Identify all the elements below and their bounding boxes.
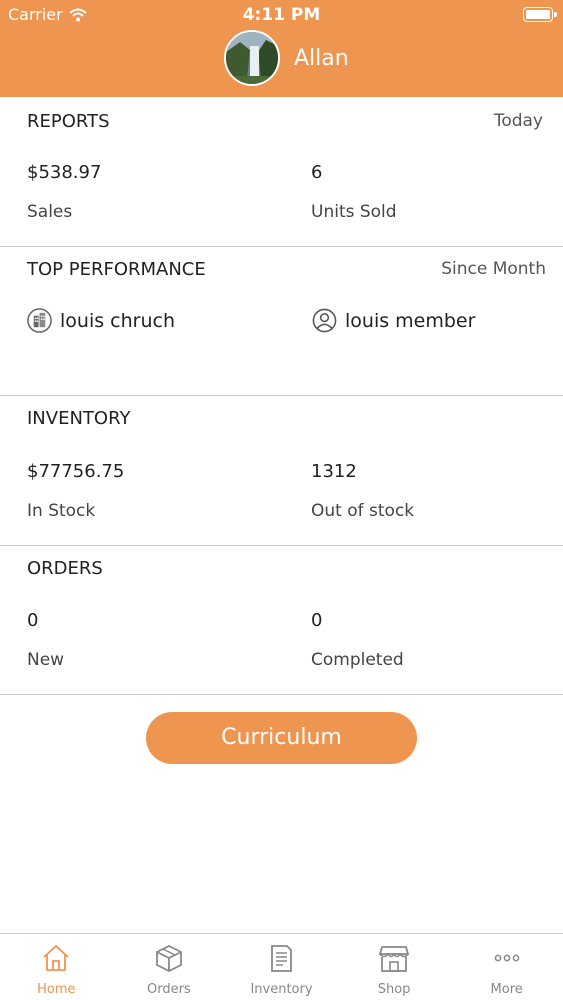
building-icon [27,308,52,333]
tab-more-label: More [490,982,523,997]
clock: 4:11 PM [242,5,321,25]
in-stock-value: $77756.75 [27,461,125,482]
avatar[interactable] [224,30,280,86]
in-stock-label: In Stock [27,501,96,521]
completed-orders-value: 0 [311,610,323,631]
top-store[interactable]: louis chruch [27,308,175,333]
new-orders-value: 0 [27,610,39,631]
new-orders-label: New [27,650,65,670]
reports-period[interactable]: Today [494,111,543,131]
sales-label: Sales [27,202,73,222]
home-icon [43,944,69,971]
battery-icon [523,7,557,22]
out-of-stock-value: 1312 [311,461,357,482]
tab-inventory[interactable]: Inventory [225,934,338,1000]
app-header: Carrier 4:11 PM Allan [0,0,563,97]
tab-bar: Home Orders Inventory Shop More [0,933,563,1000]
top-store-name: louis chruch [60,309,175,332]
inventory-title: INVENTORY [27,408,131,429]
tab-shop-label: Shop [377,982,411,997]
store-icon [378,946,410,972]
top-member[interactable]: louis member [312,308,475,333]
orders-section: ORDERS 0 New 0 Completed [0,546,563,695]
top-performance-period[interactable]: Since Month [441,259,546,279]
box-icon [155,944,182,973]
out-of-stock-label: Out of stock [311,501,415,521]
tab-orders-label: Orders [147,982,191,997]
reports-title: REPORTS [27,111,110,132]
status-bar: Carrier 4:11 PM [0,0,563,30]
tab-inventory-label: Inventory [250,982,313,997]
top-performance-title: TOP PERFORMANCE [27,259,206,280]
tab-home[interactable]: Home [0,934,113,1000]
waterfall-photo-icon [226,32,278,84]
tab-home-label: Home [37,982,76,997]
user-name: Allan [294,45,349,71]
tab-more[interactable]: More [450,934,563,1000]
user-icon [312,308,337,333]
document-icon [271,945,293,972]
units-sold-label: Units Sold [311,202,397,222]
top-member-name: louis member [345,309,476,332]
completed-orders-label: Completed [311,650,404,670]
top-performance-section: TOP PERFORMANCE Since Month louis chruch… [0,247,563,396]
curriculum-button[interactable]: Curriculum [146,712,417,764]
inventory-section: INVENTORY $77756.75 In Stock 1312 Out of… [0,396,563,546]
tab-orders[interactable]: Orders [113,934,226,1000]
tab-shop[interactable]: Shop [338,934,451,1000]
reports-section: REPORTS Today $538.97 Sales 6 Units Sold [0,97,563,247]
user-profile[interactable]: Allan [224,30,349,86]
orders-title: ORDERS [27,558,103,579]
sales-value: $538.97 [27,162,102,183]
more-dots-icon [494,954,520,962]
units-sold-value: 6 [311,162,323,183]
